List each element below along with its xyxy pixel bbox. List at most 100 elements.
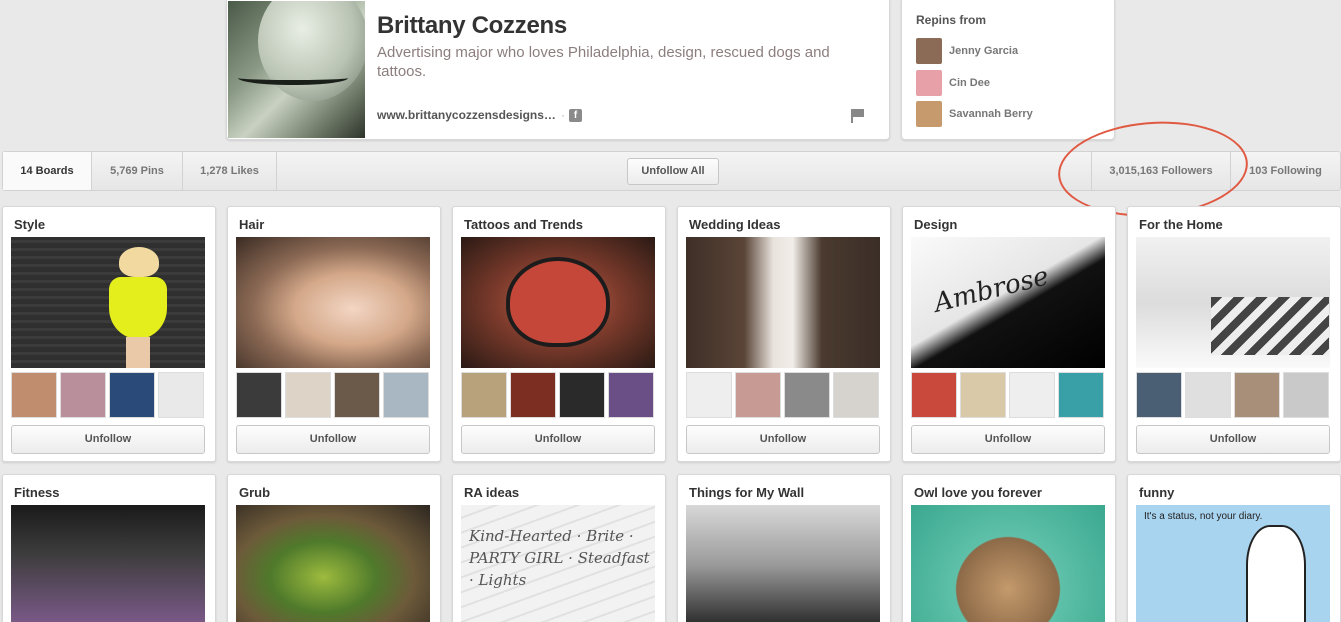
board-cover-image[interactable]: [11, 237, 205, 368]
repin-source-name: Cin Dee: [949, 77, 990, 89]
tab-pins[interactable]: 5,769 Pins: [92, 152, 183, 190]
board-title[interactable]: RA ideas: [464, 485, 519, 500]
board-title[interactable]: Grub: [239, 485, 270, 500]
profile-website-link[interactable]: www.brittanycozzensdesigns…: [377, 108, 556, 122]
repin-source-item[interactable]: Cin Dee: [916, 70, 1106, 96]
board-cover-image[interactable]: It's a status, not your diary.: [1136, 505, 1330, 622]
board-thumbnail[interactable]: [109, 372, 155, 418]
board-thumbnails: [236, 372, 430, 418]
board-thumbnail[interactable]: [60, 372, 106, 418]
board-card[interactable]: Grub: [227, 474, 441, 622]
unfollow-board-button[interactable]: Unfollow: [11, 425, 205, 454]
board-thumbnail[interactable]: [960, 372, 1006, 418]
board-thumbnail[interactable]: [158, 372, 204, 418]
board-thumbnail[interactable]: [11, 372, 57, 418]
board-thumbnail[interactable]: [1009, 372, 1055, 418]
board-thumbnails: [11, 372, 205, 418]
facebook-icon[interactable]: f: [569, 109, 582, 122]
unfollow-board-button[interactable]: Unfollow: [1136, 425, 1330, 454]
board-title[interactable]: Owl love you forever: [914, 485, 1042, 500]
board-thumbnail[interactable]: [735, 372, 781, 418]
board-thumbnails: [686, 372, 880, 418]
cover-caption: It's a status, not your diary.: [1144, 511, 1263, 522]
board-thumbnail[interactable]: [1283, 372, 1329, 418]
board-thumbnail[interactable]: [461, 372, 507, 418]
board-thumbnail[interactable]: [236, 372, 282, 418]
board-thumbnail[interactable]: [833, 372, 879, 418]
repin-source-name: Jenny Garcia: [949, 45, 1019, 57]
report-flag-icon[interactable]: [851, 109, 865, 123]
board-card[interactable]: Wedding Ideas Unfollow: [677, 206, 891, 462]
board-card[interactable]: Style Unfollow: [2, 206, 216, 462]
board-title[interactable]: funny: [1139, 485, 1174, 500]
board-title[interactable]: Wedding Ideas: [689, 217, 781, 232]
cover-handwriting: Kind-Hearted · Brite · PARTY GIRL · Stea…: [469, 527, 650, 589]
board-thumbnails: [911, 372, 1105, 418]
repins-from-card: Repins from Jenny Garcia Cin Dee Savanna…: [901, 0, 1115, 140]
repin-source-item[interactable]: Savannah Berry: [916, 101, 1106, 127]
board-thumbnail[interactable]: [784, 372, 830, 418]
board-cover-image[interactable]: [911, 505, 1105, 622]
board-cover-image[interactable]: [686, 505, 880, 622]
board-title[interactable]: For the Home: [1139, 217, 1223, 232]
unfollow-board-button[interactable]: Unfollow: [461, 425, 655, 454]
board-cover-image[interactable]: [686, 237, 880, 368]
profile-name: Brittany Cozzens: [377, 12, 567, 39]
board-card[interactable]: RA ideas Kind-Hearted · Brite · PARTY GI…: [452, 474, 666, 622]
board-title[interactable]: Hair: [239, 217, 264, 232]
unfollow-board-button[interactable]: Unfollow: [236, 425, 430, 454]
repins-title: Repins from: [916, 13, 987, 27]
repin-avatar: [916, 70, 942, 96]
board-thumbnail[interactable]: [1136, 372, 1182, 418]
repin-avatar: [916, 101, 942, 127]
board-title[interactable]: Fitness: [14, 485, 60, 500]
tab-boards[interactable]: 14 Boards: [3, 152, 92, 190]
board-thumbnails: [461, 372, 655, 418]
board-thumbnails: [1136, 372, 1330, 418]
avatar-choker: [238, 71, 348, 85]
board-card[interactable]: Fitness: [2, 474, 216, 622]
tab-following[interactable]: 103 Following: [1231, 152, 1340, 190]
repin-avatar: [916, 38, 942, 64]
board-card[interactable]: funny It's a status, not your diary.: [1127, 474, 1341, 622]
tab-followers[interactable]: 3,015,163 Followers: [1091, 152, 1231, 190]
board-card[interactable]: Things for My Wall: [677, 474, 891, 622]
tab-likes[interactable]: 1,278 Likes: [183, 152, 277, 190]
board-thumbnail[interactable]: [383, 372, 429, 418]
board-thumbnail[interactable]: [911, 372, 957, 418]
unfollow-board-button[interactable]: Unfollow: [911, 425, 1105, 454]
board-cover-image[interactable]: [11, 505, 205, 622]
board-cover-image[interactable]: Ambrose: [911, 237, 1105, 368]
unfollow-board-button[interactable]: Unfollow: [686, 425, 880, 454]
unfollow-all-button[interactable]: Unfollow All: [627, 158, 719, 185]
board-thumbnail[interactable]: [686, 372, 732, 418]
board-cover-image[interactable]: Kind-Hearted · Brite · PARTY GIRL · Stea…: [461, 505, 655, 622]
repin-source-item[interactable]: Jenny Garcia: [916, 38, 1106, 64]
board-title[interactable]: Style: [14, 217, 45, 232]
board-card[interactable]: Design Ambrose Unfollow: [902, 206, 1116, 462]
board-title[interactable]: Design: [914, 217, 957, 232]
profile-card: Brittany Cozzens Advertising major who l…: [226, 0, 890, 140]
board-card[interactable]: Tattoos and Trends Unfollow: [452, 206, 666, 462]
board-thumbnail[interactable]: [1058, 372, 1104, 418]
board-card[interactable]: Owl love you forever: [902, 474, 1116, 622]
board-card[interactable]: Hair Unfollow: [227, 206, 441, 462]
board-title[interactable]: Tattoos and Trends: [464, 217, 583, 232]
board-thumbnail[interactable]: [1234, 372, 1280, 418]
board-thumbnail[interactable]: [608, 372, 654, 418]
board-cover-image[interactable]: [236, 505, 430, 622]
board-thumbnail[interactable]: [334, 372, 380, 418]
board-thumbnail[interactable]: [1185, 372, 1231, 418]
board-thumbnail[interactable]: [559, 372, 605, 418]
board-cover-image[interactable]: [1136, 237, 1330, 368]
repin-source-name: Savannah Berry: [949, 108, 1033, 120]
board-cover-image[interactable]: [236, 237, 430, 368]
avatar-face: [258, 1, 365, 101]
board-cover-image[interactable]: [461, 237, 655, 368]
board-thumbnail[interactable]: [285, 372, 331, 418]
profile-avatar[interactable]: [228, 1, 365, 138]
board-title[interactable]: Things for My Wall: [689, 485, 804, 500]
board-card[interactable]: For the Home Unfollow: [1127, 206, 1341, 462]
board-thumbnail[interactable]: [510, 372, 556, 418]
cover-script-lettering: Ambrose: [931, 261, 1052, 319]
